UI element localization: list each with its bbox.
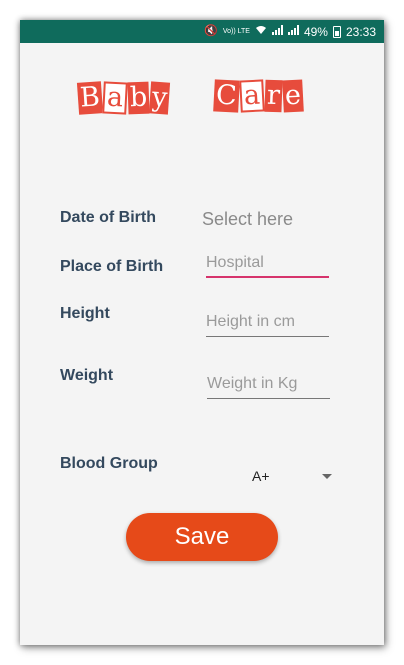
blood-group-spinner[interactable]: A+ [252,466,332,486]
blood-group-value: A+ [252,468,270,484]
logo-letter: y [149,81,171,115]
signal-icon-1 [271,25,283,38]
save-button[interactable]: Save [126,513,278,561]
height-label: Height [60,305,110,322]
logo-word-care: C a r e [213,79,304,113]
height-input[interactable] [206,313,329,331]
app-logo: B a b y C a r e [76,79,328,120]
height-field-wrapper [206,313,329,337]
status-time: 23:33 [345,24,376,39]
logo-letter: r [264,79,283,113]
place-of-birth-field-wrapper [206,254,329,278]
signal-icon-2 [287,25,299,38]
weight-label: Weight [60,367,114,384]
blood-group-label: Blood Group [60,455,158,472]
wifi-icon [255,25,267,38]
battery-icon [332,25,341,38]
logo-word-baby: B a b y [76,81,171,115]
place-of-birth-input[interactable] [206,254,329,272]
logo-letter: e [281,79,304,113]
place-of-birth-label: Place of Birth [60,258,164,275]
status-bar: 🔇 Vo)) LTE 49% 23:33 [20,20,384,43]
dob-label: Date of Birth [60,209,156,226]
logo-letter: B [76,81,103,115]
weight-input[interactable] [207,375,330,393]
logo-letter: a [238,79,265,113]
logo-letter: b [127,81,150,115]
weight-field-wrapper [207,375,330,399]
logo-letter: C [213,79,240,113]
dob-select[interactable]: Select here [202,209,293,230]
phone-screen: 🔇 Vo)) LTE 49% 23:33 B a b y C a r e Dat… [20,20,384,645]
mute-icon: 🔇 [204,25,218,37]
volte-icon: Vo)) LTE [222,28,250,35]
logo-letter: a [102,81,128,115]
dropdown-arrow-icon [322,474,332,479]
battery-percent: 49% [303,24,328,39]
